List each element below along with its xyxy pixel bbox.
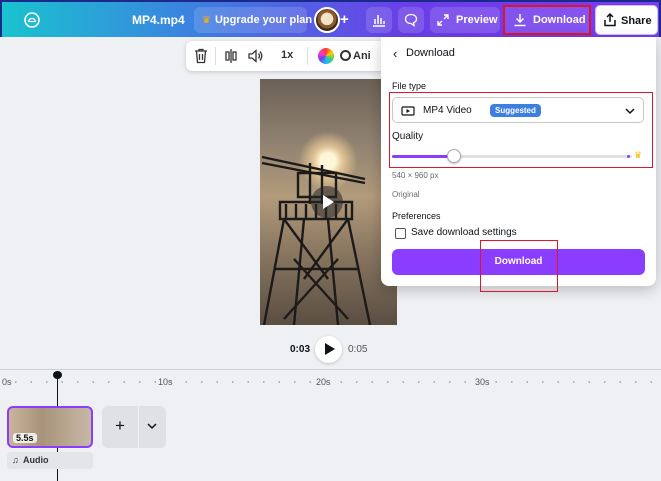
preferences-label: Preferences <box>392 211 441 221</box>
crown-icon: ♛ <box>202 15 211 26</box>
save-settings-checkbox[interactable] <box>395 228 406 239</box>
divider <box>307 47 308 65</box>
resolution-text: 540 × 960 px <box>392 171 439 180</box>
tick-label: 0s <box>2 377 12 387</box>
save-settings-label[interactable]: Save download settings <box>411 227 517 238</box>
playhead-handle[interactable] <box>53 371 62 379</box>
animate-icon[interactable] <box>340 50 351 61</box>
add-collaborator-icon[interactable]: + <box>340 11 349 28</box>
cloud-sync-icon[interactable] <box>22 11 42 34</box>
highlight-box-file-type-quality <box>389 92 653 168</box>
trash-icon[interactable] <box>194 48 208 69</box>
back-chevron-icon[interactable]: ‹ <box>393 46 397 61</box>
playback-speed[interactable]: 1x <box>281 49 293 61</box>
clip-duration: 5.5s <box>13 433 37 443</box>
comment-icon <box>404 13 418 27</box>
expand-icon <box>437 14 449 26</box>
preview-label: Preview <box>456 14 498 26</box>
file-name[interactable]: MP4.mp4 <box>132 13 185 27</box>
insights-button[interactable] <box>366 7 392 33</box>
volume-icon[interactable] <box>248 48 263 69</box>
video-play-overlay-icon[interactable] <box>311 186 343 218</box>
bar-chart-icon <box>373 15 385 27</box>
download-button-top[interactable]: Download <box>503 5 591 35</box>
download-icon <box>514 14 526 27</box>
color-wheel-icon[interactable] <box>318 48 334 64</box>
highlight-box-download-button <box>480 240 558 292</box>
panel-title: Download <box>406 47 455 59</box>
comment-button[interactable] <box>398 7 424 33</box>
avatar[interactable] <box>314 7 340 33</box>
file-type-label: File type <box>392 81 427 91</box>
preview-button[interactable]: Preview <box>430 7 500 33</box>
timeline-ruler <box>0 369 661 370</box>
add-options-button[interactable] <box>139 406 166 448</box>
add-clip-button[interactable]: + <box>102 406 138 448</box>
upgrade-label: Upgrade your plan <box>214 14 313 26</box>
video-clip[interactable]: 5.5s <box>7 406 93 448</box>
divider <box>215 47 216 65</box>
play-button[interactable] <box>315 336 342 363</box>
animate-label[interactable]: Ani <box>353 50 371 62</box>
audio-track[interactable]: Audio <box>7 452 93 469</box>
original-label: Original <box>392 190 420 199</box>
share-button[interactable]: Share <box>595 5 658 35</box>
upgrade-plan-button[interactable]: ♛ Upgrade your plan <box>194 7 312 33</box>
share-label: Share <box>621 15 652 27</box>
download-label: Download <box>533 14 586 26</box>
ruler-dots <box>15 381 655 383</box>
context-toolbar: 1x Ani <box>186 41 396 71</box>
split-clip-icon[interactable] <box>224 48 238 69</box>
chevron-down-icon <box>147 423 157 430</box>
top-bar: MP4.mp4 ♛ Upgrade your plan + Preview Dow… <box>0 0 661 37</box>
current-time: 0:03 <box>290 344 311 355</box>
audio-label: Audio <box>23 455 49 465</box>
share-icon <box>604 13 616 27</box>
total-time: 0:05 <box>348 344 368 355</box>
